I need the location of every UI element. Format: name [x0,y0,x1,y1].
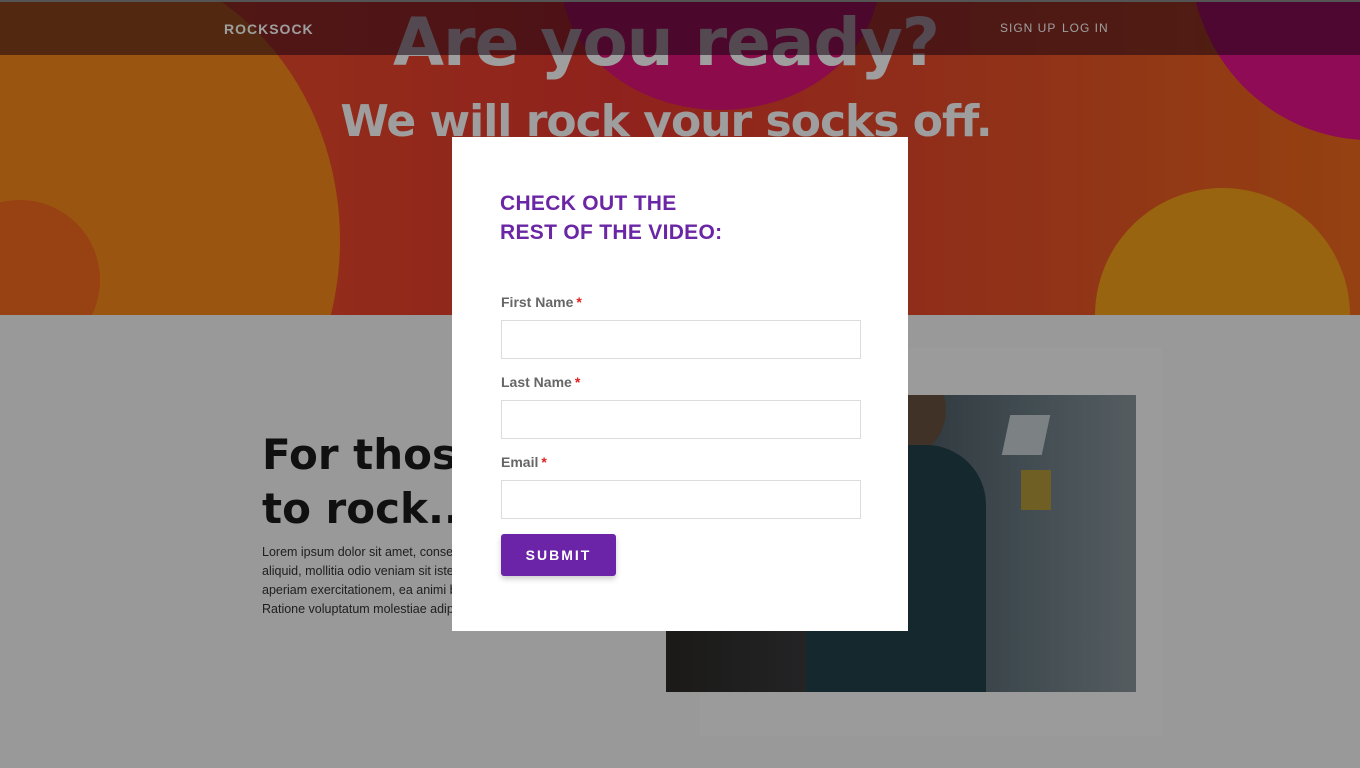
last-name-label-text: Last Name [501,374,572,390]
required-asterisk: * [574,374,581,390]
submit-button[interactable]: SUBMIT [501,534,616,576]
modal-title: CHECK OUT THE REST OF THE VIDEO: [500,189,722,247]
required-asterisk: * [576,294,582,310]
first-name-input[interactable] [501,320,861,359]
signup-modal: CHECK OUT THE REST OF THE VIDEO: First N… [452,137,908,631]
email-label-text: Email [501,454,539,470]
last-name-input[interactable] [501,400,861,439]
email-label: Email * [501,454,547,470]
required-asterisk: * [541,454,547,470]
last-name-label: Last Name * [501,374,580,390]
modal-title-line: REST OF THE VIDEO: [500,221,723,244]
modal-title-line: CHECK OUT THE [500,192,677,215]
email-input[interactable] [501,480,861,519]
first-name-label: First Name * [501,294,582,310]
first-name-label-text: First Name [501,294,574,310]
